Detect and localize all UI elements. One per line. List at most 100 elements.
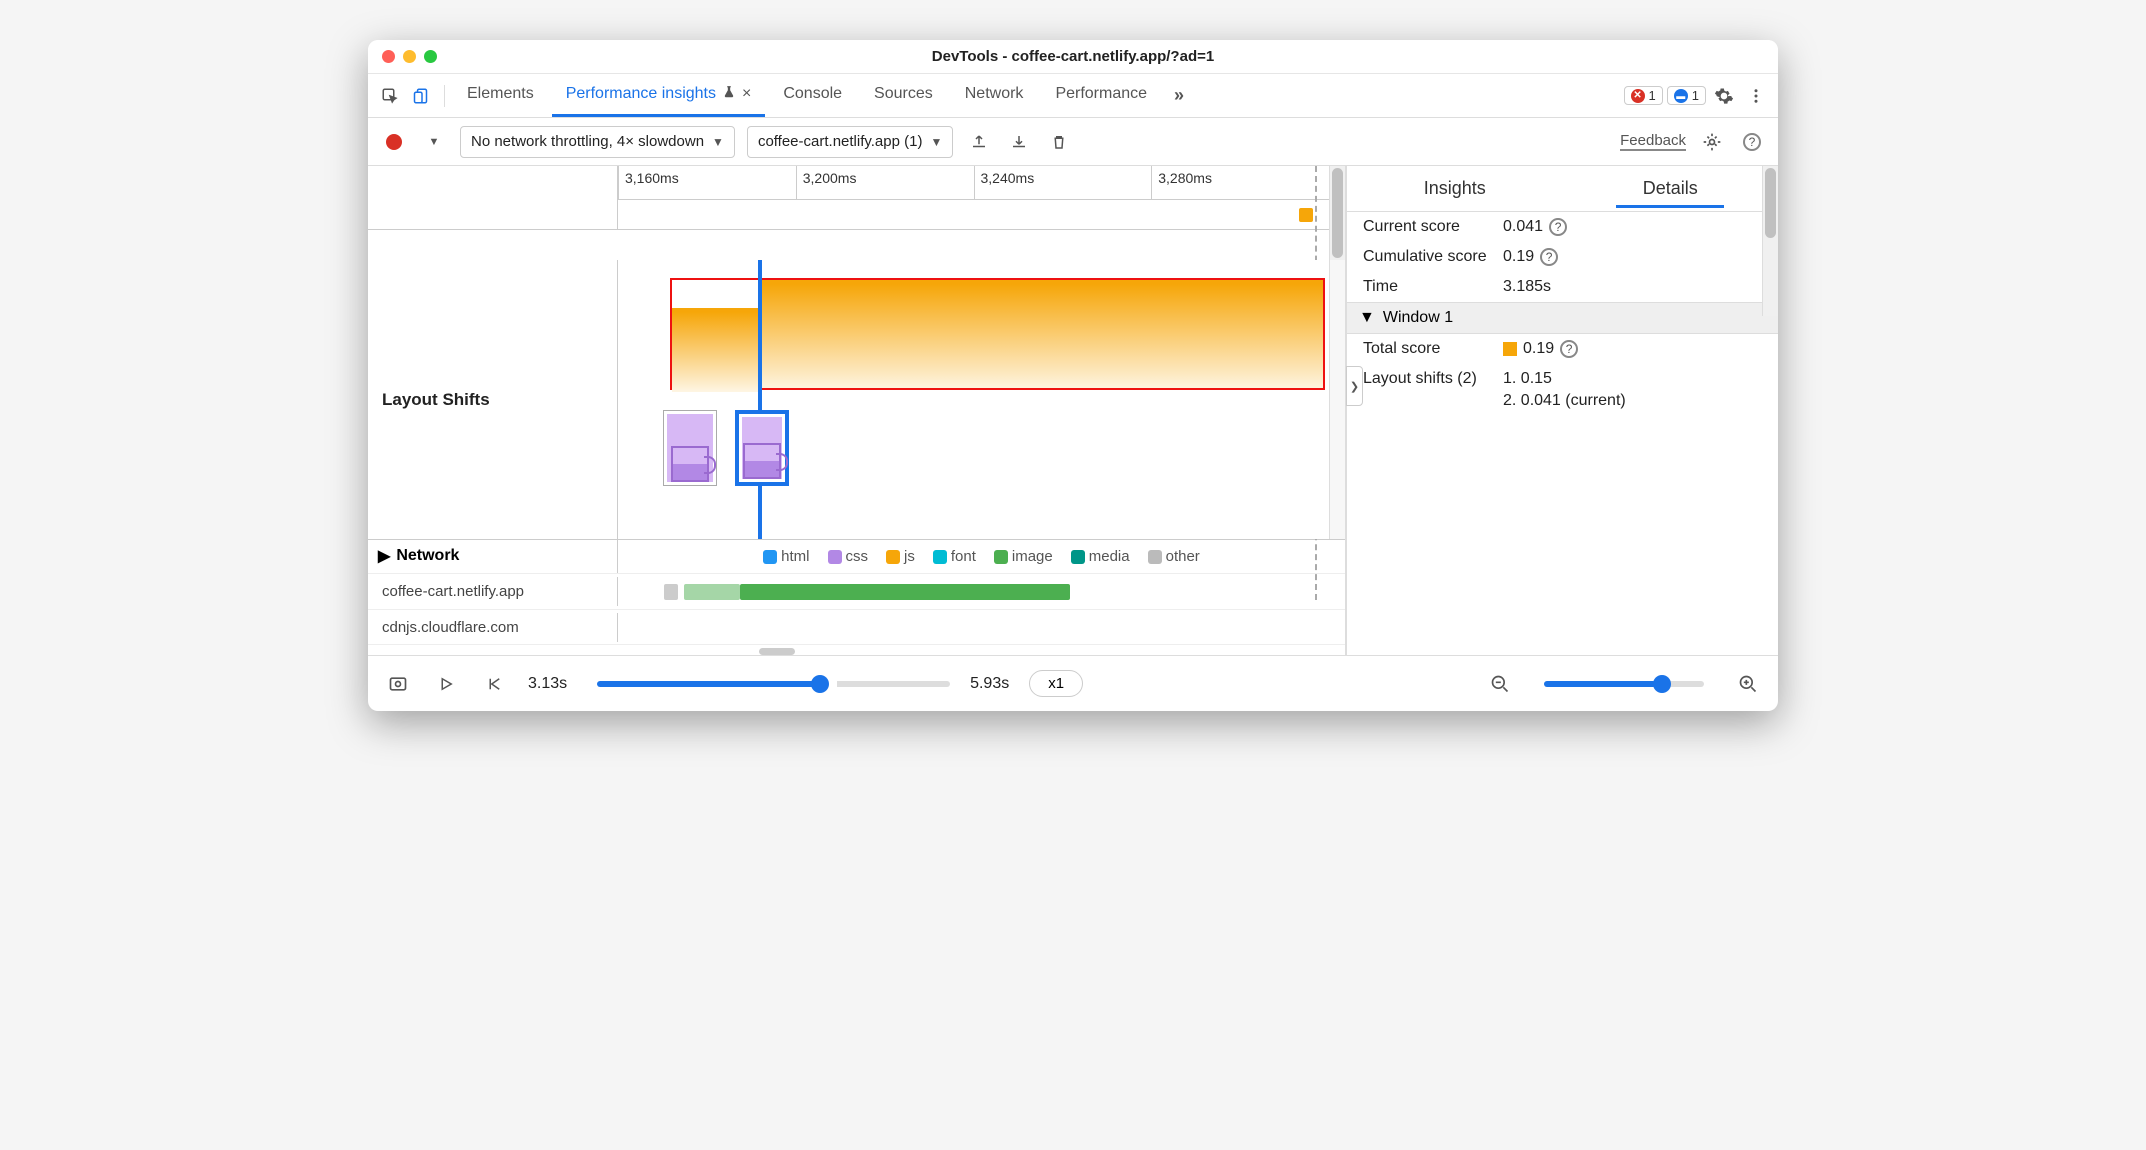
tab-sources[interactable]: Sources bbox=[860, 74, 947, 117]
window-title: DevTools - coffee-cart.netlify.app/?ad=1 bbox=[368, 48, 1778, 65]
details-pane: ❯ Insights Details Current score 0.041? … bbox=[1346, 166, 1778, 655]
kv-time: Time 3.185s bbox=[1347, 272, 1778, 302]
delete-icon[interactable] bbox=[1045, 128, 1073, 156]
swatch-image-icon bbox=[994, 550, 1008, 564]
ruler-tick: 3,240ms bbox=[974, 166, 1152, 199]
network-domain-row[interactable]: coffee-cart.netlify.app bbox=[368, 573, 1345, 609]
marker-icon[interactable] bbox=[1299, 208, 1313, 222]
chevron-down-icon: ▼ bbox=[930, 135, 942, 149]
swatch-media-icon bbox=[1071, 550, 1085, 564]
cls-bar-1[interactable] bbox=[672, 308, 758, 392]
settings-icon[interactable] bbox=[1710, 82, 1738, 110]
time-start: 3.13s bbox=[528, 675, 567, 693]
score-swatch-icon bbox=[1503, 342, 1517, 356]
time-slider[interactable] bbox=[597, 681, 827, 687]
close-window-icon[interactable] bbox=[382, 50, 395, 63]
slider-knob-icon[interactable] bbox=[811, 675, 829, 693]
swatch-html-icon bbox=[763, 550, 777, 564]
horizontal-scroll-handle[interactable] bbox=[759, 648, 795, 655]
maximize-window-icon[interactable] bbox=[424, 50, 437, 63]
vertical-scrollbar[interactable] bbox=[1329, 166, 1345, 260]
filmstrip-frame-selected[interactable] bbox=[735, 410, 789, 486]
panel-tabbar: Elements Performance insights × Console … bbox=[368, 74, 1778, 118]
help-icon[interactable]: ? bbox=[1560, 340, 1578, 358]
side-tab-details[interactable]: Details bbox=[1563, 170, 1779, 207]
swatch-js-icon bbox=[886, 550, 900, 564]
layout-shifts-row: Layout Shifts bbox=[368, 260, 1345, 540]
main-area: 3,160ms 3,200ms 3,240ms 3,280ms Layout S… bbox=[368, 166, 1778, 655]
tab-performance-insights[interactable]: Performance insights × bbox=[552, 74, 766, 117]
titlebar: DevTools - coffee-cart.netlify.app/?ad=1 bbox=[368, 40, 1778, 74]
zoom-out-icon[interactable] bbox=[1486, 670, 1514, 698]
swatch-font-icon bbox=[933, 550, 947, 564]
playhead[interactable] bbox=[758, 260, 762, 539]
throttling-select[interactable]: No network throttling, 4× slowdown ▼ bbox=[460, 126, 735, 158]
filmstrip-frame[interactable] bbox=[663, 410, 717, 486]
preview-toggle-icon[interactable] bbox=[384, 670, 412, 698]
inspect-icon[interactable] bbox=[376, 82, 404, 110]
kebab-menu-icon[interactable] bbox=[1742, 82, 1770, 110]
kv-total-score: Total score 0.19? bbox=[1347, 334, 1778, 364]
network-legend: html css js font image media other bbox=[618, 540, 1345, 573]
flask-icon bbox=[722, 85, 736, 104]
footer-controls: 3.13s 5.93s x1 bbox=[368, 655, 1778, 711]
jump-start-icon[interactable] bbox=[480, 670, 508, 698]
layout-shifts-track[interactable] bbox=[618, 260, 1329, 539]
kv-current-score: Current score 0.041? bbox=[1347, 212, 1778, 242]
panel-settings-icon[interactable] bbox=[1698, 128, 1726, 156]
errors-badge[interactable]: ✕ 1 bbox=[1624, 86, 1663, 105]
play-icon[interactable] bbox=[432, 670, 460, 698]
help-icon[interactable]: ? bbox=[1738, 128, 1766, 156]
swatch-css-icon bbox=[828, 550, 842, 564]
expand-side-icon[interactable]: ❯ bbox=[1346, 366, 1363, 406]
cls-bar-2[interactable] bbox=[758, 280, 1323, 388]
messages-badge[interactable]: ▬ 1 bbox=[1667, 86, 1706, 105]
minimize-window-icon[interactable] bbox=[403, 50, 416, 63]
caret-right-icon: ▶ bbox=[378, 546, 390, 566]
window-section-header[interactable]: ▼ Window 1 bbox=[1347, 302, 1778, 334]
tab-network[interactable]: Network bbox=[951, 74, 1038, 117]
error-icon: ✕ bbox=[1631, 89, 1645, 103]
timeline-pane: 3,160ms 3,200ms 3,240ms 3,280ms Layout S… bbox=[368, 166, 1346, 655]
record-button[interactable] bbox=[380, 128, 408, 156]
close-tab-icon[interactable]: × bbox=[742, 85, 751, 103]
side-tab-insights[interactable]: Insights bbox=[1347, 170, 1563, 207]
record-dropdown-icon[interactable]: ▼ bbox=[420, 128, 448, 156]
tab-performance[interactable]: Performance bbox=[1041, 74, 1161, 117]
slider-knob-icon[interactable] bbox=[1653, 675, 1671, 693]
message-icon: ▬ bbox=[1674, 89, 1688, 103]
swatch-other-icon bbox=[1148, 550, 1162, 564]
divider bbox=[444, 85, 445, 107]
kv-cumulative-score: Cumulative score 0.19? bbox=[1347, 242, 1778, 272]
kv-layout-shifts: Layout shifts (2) 1. 0.15 2. 0.041 (curr… bbox=[1347, 364, 1778, 416]
filmstrip bbox=[663, 410, 789, 486]
row-label-layout-shifts: Layout Shifts bbox=[368, 260, 618, 539]
device-toggle-icon[interactable] bbox=[408, 82, 436, 110]
traffic-lights bbox=[382, 50, 437, 63]
playback-rate[interactable]: x1 bbox=[1029, 670, 1083, 697]
export-icon[interactable] bbox=[965, 128, 993, 156]
chevron-down-icon: ▼ bbox=[712, 135, 724, 149]
network-section-toggle[interactable]: ▶ Network bbox=[368, 540, 617, 572]
zoom-slider[interactable] bbox=[1544, 681, 1704, 687]
ruler-tick: 3,200ms bbox=[796, 166, 974, 199]
feedback-link[interactable]: Feedback bbox=[1620, 132, 1686, 151]
import-icon[interactable] bbox=[1005, 128, 1033, 156]
ruler-tick: 3,280ms bbox=[1151, 166, 1329, 199]
caret-down-icon: ▼ bbox=[1359, 309, 1375, 327]
network-domain-row[interactable]: cdnjs.cloudflare.com bbox=[368, 609, 1345, 645]
insights-toolbar: ▼ No network throttling, 4× slowdown ▼ c… bbox=[368, 118, 1778, 166]
tab-console[interactable]: Console bbox=[769, 74, 856, 117]
zoom-in-icon[interactable] bbox=[1734, 670, 1762, 698]
recording-select[interactable]: coffee-cart.netlify.app (1) ▼ bbox=[747, 126, 953, 158]
more-tabs-icon[interactable]: » bbox=[1165, 82, 1193, 110]
devtools-window: DevTools - coffee-cart.netlify.app/?ad=1… bbox=[368, 40, 1778, 711]
cls-region-outline bbox=[670, 278, 1325, 390]
layout-shift-item[interactable]: 1. 0.15 bbox=[1503, 370, 1552, 388]
ruler-tick: 3,160ms bbox=[618, 166, 796, 199]
layout-shift-item[interactable]: 2. 0.041 (current) bbox=[1503, 392, 1626, 410]
help-icon[interactable]: ? bbox=[1540, 248, 1558, 266]
tab-elements[interactable]: Elements bbox=[453, 74, 548, 117]
network-section-row: ▶ Network html css js font image media o… bbox=[368, 540, 1345, 655]
help-icon[interactable]: ? bbox=[1549, 218, 1567, 236]
